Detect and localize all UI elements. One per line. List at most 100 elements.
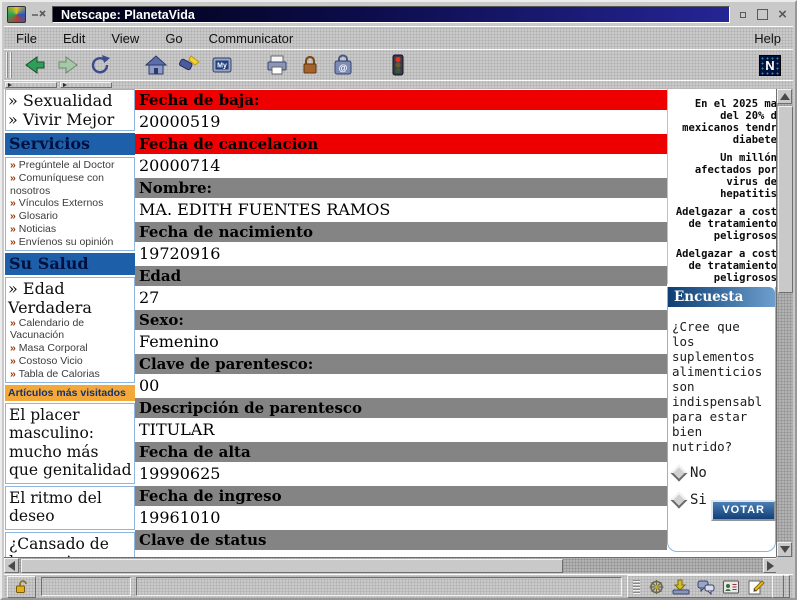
laquo-bullet-icon: » <box>10 342 16 354</box>
sidebar-link[interactable]: » Glosario <box>8 210 132 223</box>
laquo-bullet-icon: » <box>8 91 18 110</box>
svg-text:My: My <box>217 63 227 70</box>
sidebar-link[interactable]: » Pregúntele al Doctor <box>8 159 132 172</box>
netscape-logo[interactable]: N <box>759 55 781 76</box>
news-line: Adelgazar a cost <box>668 248 778 260</box>
navigator-button[interactable] <box>647 578 665 595</box>
sidebar-link[interactable]: » Edad Verdadera <box>8 279 132 317</box>
security-button[interactable] <box>297 52 323 78</box>
stop-button[interactable] <box>385 52 411 78</box>
scroll-up-button[interactable] <box>777 89 792 104</box>
right-sidebar: En el 2025 madel 20% dmexicanos tendrdia… <box>667 89 778 557</box>
news-line: afectados por <box>668 164 778 176</box>
sidebar-link[interactable]: » Tabla de Calorias <box>8 368 132 381</box>
shop-icon: @ <box>331 54 355 76</box>
print-button[interactable] <box>264 52 290 78</box>
reload-icon <box>89 54 113 76</box>
article-link[interactable]: ¿Cansado de hacer siempre lo <box>5 532 135 557</box>
left-sidebar: » Sexualidad » Vivir Mejor Servicios » P… <box>4 89 135 557</box>
netscape-app-icon[interactable] <box>7 6 26 23</box>
menu-item[interactable]: Go <box>165 31 182 46</box>
field-label: Fecha de baja: <box>135 90 667 110</box>
scrollbar-corner <box>776 557 793 573</box>
stop-icon <box>386 54 410 76</box>
window-pin-icon[interactable] <box>31 8 47 22</box>
toolbar-grippy[interactable] <box>6 52 14 78</box>
sidebar-link[interactable]: » Comuníquese con nosotros <box>8 172 132 198</box>
poll-option[interactable]: No <box>673 465 775 481</box>
news-line: peligrosos <box>668 272 778 284</box>
menu-item-help[interactable]: Help <box>754 31 781 46</box>
record-field: Descripción de parentesco TITULAR <box>135 398 667 442</box>
article-link[interactable]: El placer masculino: mucho más que genit… <box>5 403 135 484</box>
field-label: Nombre: <box>135 178 667 198</box>
maximize-button[interactable] <box>755 7 770 22</box>
menu-bar: File Edit View Go Communicator Help <box>4 26 793 49</box>
news-headline[interactable]: Adelgazar a costde tratamientopeligrosos <box>668 206 778 242</box>
discussions-button[interactable] <box>697 578 715 595</box>
poll-question-line: son <box>672 379 774 394</box>
sidebar-link[interactable]: » Masa Corporal <box>8 342 132 355</box>
collapsed-personal-toolbar-tab[interactable] <box>60 82 112 88</box>
record-field: Fecha de alta 19990625 <box>135 442 667 486</box>
vertical-scrollbar-thumb[interactable] <box>778 106 793 293</box>
sidebar-link[interactable]: » Costoso Vicio <box>8 355 132 368</box>
sidebar-link[interactable]: » Envíenos su opinión <box>8 236 132 249</box>
field-label: Descripción de parentesco <box>135 398 667 418</box>
minimize-button[interactable] <box>735 7 750 22</box>
mail-inbox-button[interactable] <box>672 578 690 595</box>
composer-button[interactable] <box>747 578 765 595</box>
poll-question-line: ¿Cree que <box>672 319 774 334</box>
menu-item[interactable]: View <box>111 31 139 46</box>
menu-item[interactable]: Communicator <box>209 31 294 46</box>
news-headline[interactable]: En el 2025 madel 20% dmexicanos tendrdia… <box>668 98 778 146</box>
horizontal-scrollbar-thumb[interactable] <box>21 559 563 573</box>
page-content: » Sexualidad » Vivir Mejor Servicios » P… <box>4 89 778 557</box>
radio-button-icon[interactable] <box>671 465 688 482</box>
shop-button[interactable]: @ <box>330 52 356 78</box>
scroll-left-button[interactable] <box>4 558 19 573</box>
collapsed-toolbars-strip <box>4 80 793 89</box>
reload-button[interactable] <box>88 52 114 78</box>
collapsed-location-toolbar-tab[interactable] <box>5 82 57 88</box>
news-line: mexicanos tendr <box>668 122 778 134</box>
laquo-bullet-icon: » <box>10 210 16 222</box>
sidebar-link[interactable]: » Vivir Mejor <box>8 110 132 129</box>
field-label: Fecha de alta <box>135 442 667 462</box>
close-button[interactable] <box>775 7 790 22</box>
record-field: Clave de status <box>135 530 667 557</box>
status-message-area <box>136 577 622 596</box>
vertical-scrollbar[interactable] <box>776 89 793 557</box>
home-button[interactable] <box>143 52 169 78</box>
field-label: Edad <box>135 266 667 286</box>
menu-item[interactable]: File <box>16 31 37 46</box>
su-salud-header: Su Salud <box>5 253 135 275</box>
sidebar-link[interactable]: » Calendario de Vacunación <box>8 317 132 343</box>
my-netscape-icon: My <box>210 54 234 76</box>
radio-button-icon[interactable] <box>671 492 688 509</box>
sidebar-link[interactable]: » Vínculos Externos <box>8 197 132 210</box>
menu-item[interactable]: Edit <box>63 31 85 46</box>
news-headline[interactable]: Un millónafectados porvirus dehepatitis <box>668 152 778 200</box>
search-button[interactable] <box>176 52 202 78</box>
security-status-button[interactable] <box>7 576 36 598</box>
poll-question-line: para estar <box>672 409 774 424</box>
laquo-bullet-icon: » <box>10 317 16 329</box>
news-line: peligrosos <box>668 230 778 242</box>
scroll-down-button[interactable] <box>777 542 792 557</box>
horizontal-scrollbar[interactable] <box>4 557 778 573</box>
news-headline[interactable]: Adelgazar a costde tratamientopeligrosos <box>668 248 778 284</box>
forward-button[interactable] <box>55 52 81 78</box>
progress-area <box>41 577 131 596</box>
back-button[interactable] <box>22 52 48 78</box>
address-book-button[interactable] <box>722 578 740 595</box>
my-netscape-button[interactable]: My <box>209 52 235 78</box>
servicios-header: Servicios <box>5 133 135 155</box>
news-line: de tratamiento <box>668 218 778 230</box>
laquo-bullet-icon: » <box>8 279 18 298</box>
component-bar-grip[interactable] <box>633 579 640 594</box>
vote-button[interactable]: VOTAR <box>711 500 776 521</box>
article-link[interactable]: El ritmo del deseo <box>5 486 135 530</box>
sidebar-link[interactable]: » Sexualidad <box>8 91 132 110</box>
sidebar-link[interactable]: » Noticias <box>8 223 132 236</box>
